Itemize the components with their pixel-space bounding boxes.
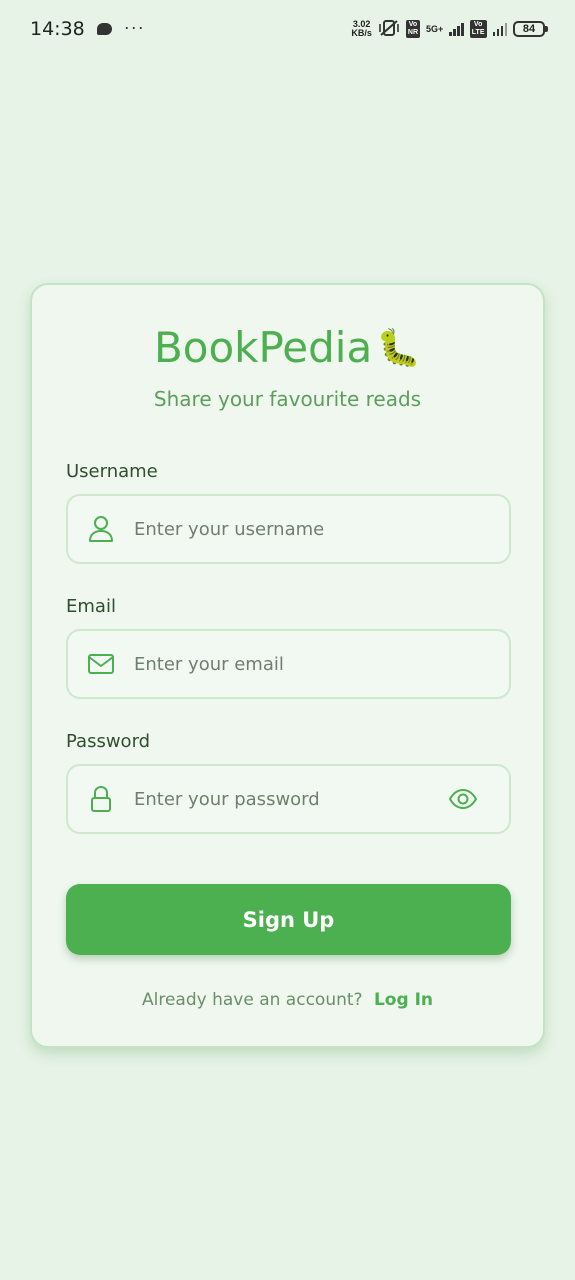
- status-bar-left: 14:38 ···: [30, 16, 145, 41]
- mail-icon: [86, 649, 116, 679]
- app-brand: BookPedia 🐛: [32, 323, 543, 372]
- username-label: Username: [66, 461, 158, 482]
- email-label: Email: [66, 596, 116, 617]
- caterpillar-icon: 🐛: [376, 327, 422, 369]
- show-password-eye-icon[interactable]: [447, 784, 479, 814]
- network-speed: 3.02 KB/s: [351, 20, 372, 38]
- sign-up-button[interactable]: Sign Up: [66, 884, 511, 955]
- password-field[interactable]: [66, 764, 511, 834]
- app-tagline: Share your favourite reads: [153, 387, 422, 411]
- login-link[interactable]: Log In: [374, 990, 433, 1010]
- username-input[interactable]: [134, 518, 491, 540]
- login-prompt-text: Already have an account?: [142, 990, 363, 1010]
- network-type: 5G+: [426, 24, 444, 34]
- vonr-icon-top: Vo: [408, 21, 418, 28]
- chat-notification-icon: [96, 23, 112, 35]
- signal-strength-icon-2: [492, 22, 507, 36]
- network-speed-unit: KB/s: [351, 28, 372, 38]
- volte-icon-bottom: LTE: [471, 29, 485, 36]
- user-icon: [86, 514, 116, 544]
- email-input[interactable]: [134, 653, 491, 675]
- vonr-icon: Vo NR: [405, 20, 421, 38]
- lock-icon: [86, 784, 116, 814]
- password-input[interactable]: [134, 788, 447, 810]
- volte-icon: Vo LTE: [469, 20, 487, 38]
- battery-icon: 84: [513, 21, 548, 37]
- signup-card: BookPedia 🐛 Share your favourite reads U…: [30, 283, 545, 1048]
- username-field[interactable]: [66, 494, 511, 564]
- app-title: BookPedia: [153, 323, 373, 372]
- password-label: Password: [66, 731, 151, 752]
- more-notifications-icon: ···: [123, 16, 145, 37]
- vonr-icon-bottom: NR: [407, 29, 419, 36]
- email-field[interactable]: [66, 629, 511, 699]
- status-bar-right: 3.02 KB/s Vo NR 5G+ Vo LTE 84: [351, 19, 548, 40]
- signal-strength-icon: [449, 22, 464, 36]
- status-time: 14:38: [30, 18, 85, 40]
- vibrate-off-icon: [378, 19, 400, 40]
- status-bar: 14:38 ··· 3.02 KB/s Vo NR 5G+ Vo LTE 84: [0, 0, 575, 58]
- login-prompt: Already have an account? Log In: [32, 990, 543, 1010]
- volte-icon-top: Vo: [473, 21, 483, 28]
